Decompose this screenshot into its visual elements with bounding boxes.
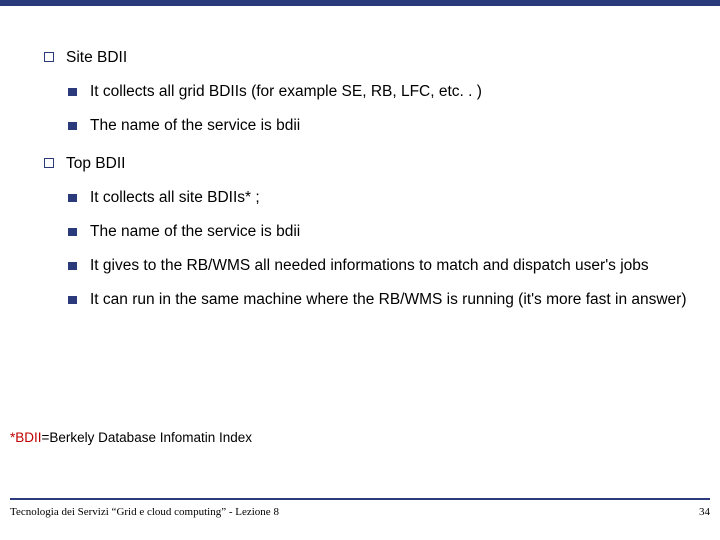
slide-content: Site BDII It collects all grid BDIIs (fo…: [28, 46, 692, 316]
list-item: It gives to the RB/WMS all needed inform…: [68, 254, 692, 278]
list-item-text: The name of the service is bdii: [90, 220, 692, 244]
list-item: It can run in the same machine where the…: [68, 288, 692, 312]
slide-number: 34: [699, 506, 710, 518]
list-item-label: Site BDII: [66, 46, 692, 70]
filled-square-icon: [68, 288, 90, 312]
footer-rule: [10, 498, 710, 500]
hollow-square-icon: [44, 152, 66, 176]
filled-square-icon: [68, 80, 90, 104]
list-item: Site BDII: [44, 46, 692, 70]
list-item-text: It collects all site BDIIs* ;: [90, 186, 692, 210]
list-item-label: Top BDII: [66, 152, 692, 176]
list-item-text: It collects all grid BDIIs (for example …: [90, 80, 692, 104]
list-item-text: The name of the service is bdii: [90, 114, 692, 138]
filled-square-icon: [68, 114, 90, 138]
footnote: *BDII=Berkely Database Infomatin Index: [10, 430, 252, 445]
footer-left: Tecnologia dei Servizi “Grid e cloud com…: [10, 506, 279, 518]
footnote-colored: *BDII: [10, 430, 42, 445]
filled-square-icon: [68, 220, 90, 244]
filled-square-icon: [68, 254, 90, 278]
footer: Tecnologia dei Servizi “Grid e cloud com…: [10, 506, 710, 518]
list-item: It collects all grid BDIIs (for example …: [68, 80, 692, 104]
list-item-text: It can run in the same machine where the…: [90, 288, 692, 312]
list-item: The name of the service is bdii: [68, 114, 692, 138]
footnote-rest: =Berkely Database Infomatin Index: [42, 430, 253, 445]
list-item: It collects all site BDIIs* ;: [68, 186, 692, 210]
filled-square-icon: [68, 186, 90, 210]
list-item: Top BDII: [44, 152, 692, 176]
top-rule: [0, 0, 720, 6]
list-item-text: It gives to the RB/WMS all needed inform…: [90, 254, 692, 278]
list-item: The name of the service is bdii: [68, 220, 692, 244]
hollow-square-icon: [44, 46, 66, 70]
